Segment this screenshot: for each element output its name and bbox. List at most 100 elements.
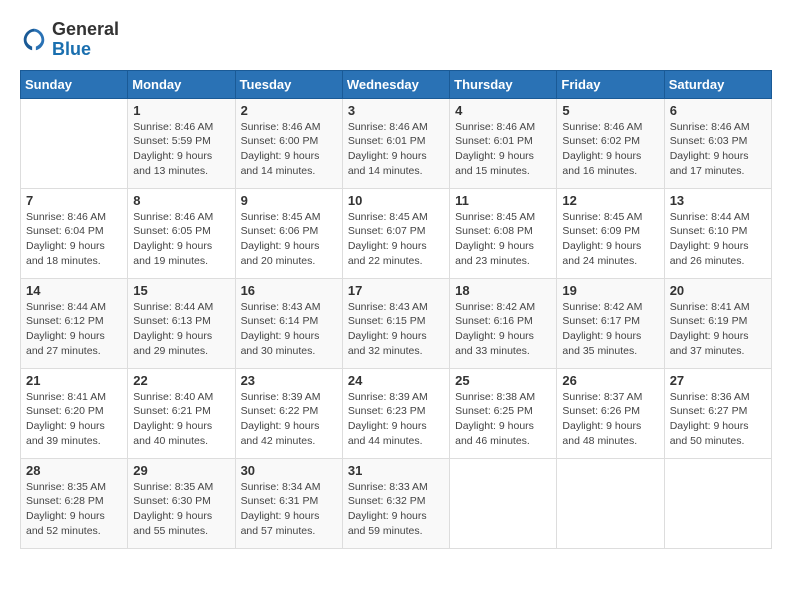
day-detail: Sunrise: 8:39 AMSunset: 6:22 PMDaylight:… [241, 390, 337, 449]
calendar-cell: 22 Sunrise: 8:40 AMSunset: 6:21 PMDayligh… [128, 368, 235, 458]
day-number: 21 [26, 373, 122, 388]
day-detail: Sunrise: 8:46 AMSunset: 6:01 PMDaylight:… [455, 120, 551, 179]
day-number: 16 [241, 283, 337, 298]
calendar-week-2: 7 Sunrise: 8:46 AMSunset: 6:04 PMDaylight… [21, 188, 772, 278]
day-number: 5 [562, 103, 658, 118]
day-number: 13 [670, 193, 766, 208]
day-number: 29 [133, 463, 229, 478]
day-number: 12 [562, 193, 658, 208]
calendar-cell: 27 Sunrise: 8:36 AMSunset: 6:27 PMDayligh… [664, 368, 771, 458]
day-detail: Sunrise: 8:40 AMSunset: 6:21 PMDaylight:… [133, 390, 229, 449]
day-number: 2 [241, 103, 337, 118]
day-detail: Sunrise: 8:43 AMSunset: 6:15 PMDaylight:… [348, 300, 444, 359]
day-number: 18 [455, 283, 551, 298]
calendar-cell: 6 Sunrise: 8:46 AMSunset: 6:03 PMDaylight… [664, 98, 771, 188]
day-detail: Sunrise: 8:45 AMSunset: 6:07 PMDaylight:… [348, 210, 444, 269]
calendar-week-4: 21 Sunrise: 8:41 AMSunset: 6:20 PMDayligh… [21, 368, 772, 458]
calendar-cell [557, 458, 664, 548]
day-detail: Sunrise: 8:41 AMSunset: 6:20 PMDaylight:… [26, 390, 122, 449]
day-number: 28 [26, 463, 122, 478]
calendar-body: 1 Sunrise: 8:46 AMSunset: 5:59 PMDaylight… [21, 98, 772, 548]
day-number: 3 [348, 103, 444, 118]
calendar-week-1: 1 Sunrise: 8:46 AMSunset: 5:59 PMDaylight… [21, 98, 772, 188]
day-number: 11 [455, 193, 551, 208]
calendar-cell: 25 Sunrise: 8:38 AMSunset: 6:25 PMDayligh… [450, 368, 557, 458]
calendar-cell: 23 Sunrise: 8:39 AMSunset: 6:22 PMDayligh… [235, 368, 342, 458]
day-number: 17 [348, 283, 444, 298]
day-detail: Sunrise: 8:46 AMSunset: 6:04 PMDaylight:… [26, 210, 122, 269]
day-number: 9 [241, 193, 337, 208]
day-number: 19 [562, 283, 658, 298]
weekday-row: SundayMondayTuesdayWednesdayThursdayFrid… [21, 70, 772, 98]
calendar-cell: 12 Sunrise: 8:45 AMSunset: 6:09 PMDayligh… [557, 188, 664, 278]
day-number: 23 [241, 373, 337, 388]
calendar-cell: 5Sunrise: 8:46 AMSunset: 6:02 PMDaylight… [557, 98, 664, 188]
day-detail: Sunrise: 8:44 AMSunset: 6:12 PMDaylight:… [26, 300, 122, 359]
day-number: 22 [133, 373, 229, 388]
day-detail: Sunrise: 8:46 AMSunset: 6:03 PMDaylight:… [670, 120, 766, 179]
calendar-cell: 24Sunrise: 8:39 AMSunset: 6:23 PMDayligh… [342, 368, 449, 458]
calendar-cell: 19 Sunrise: 8:42 AMSunset: 6:17 PMDayligh… [557, 278, 664, 368]
calendar-cell: 11Sunrise: 8:45 AMSunset: 6:08 PMDayligh… [450, 188, 557, 278]
day-number: 1 [133, 103, 229, 118]
day-number: 25 [455, 373, 551, 388]
calendar-week-3: 14 Sunrise: 8:44 AMSunset: 6:12 PMDayligh… [21, 278, 772, 368]
calendar-cell: 1 Sunrise: 8:46 AMSunset: 5:59 PMDaylight… [128, 98, 235, 188]
day-detail: Sunrise: 8:43 AMSunset: 6:14 PMDaylight:… [241, 300, 337, 359]
day-number: 6 [670, 103, 766, 118]
calendar-cell [21, 98, 128, 188]
logo: General Blue [20, 20, 119, 60]
weekday-header-saturday: Saturday [664, 70, 771, 98]
day-detail: Sunrise: 8:38 AMSunset: 6:25 PMDaylight:… [455, 390, 551, 449]
calendar-cell: 16 Sunrise: 8:43 AMSunset: 6:14 PMDayligh… [235, 278, 342, 368]
calendar-cell: 7 Sunrise: 8:46 AMSunset: 6:04 PMDaylight… [21, 188, 128, 278]
day-number: 31 [348, 463, 444, 478]
day-detail: Sunrise: 8:44 AMSunset: 6:13 PMDaylight:… [133, 300, 229, 359]
page-header: General Blue [20, 20, 772, 60]
day-number: 14 [26, 283, 122, 298]
logo-text: General Blue [52, 20, 119, 60]
day-detail: Sunrise: 8:45 AMSunset: 6:06 PMDaylight:… [241, 210, 337, 269]
weekday-header-thursday: Thursday [450, 70, 557, 98]
logo-icon [20, 26, 48, 54]
day-number: 8 [133, 193, 229, 208]
calendar-cell: 4Sunrise: 8:46 AMSunset: 6:01 PMDaylight… [450, 98, 557, 188]
day-number: 10 [348, 193, 444, 208]
weekday-header-sunday: Sunday [21, 70, 128, 98]
calendar-cell: 20Sunrise: 8:41 AMSunset: 6:19 PMDayligh… [664, 278, 771, 368]
day-detail: Sunrise: 8:46 AMSunset: 6:01 PMDaylight:… [348, 120, 444, 179]
day-number: 24 [348, 373, 444, 388]
calendar-cell: 2 Sunrise: 8:46 AMSunset: 6:00 PMDaylight… [235, 98, 342, 188]
calendar-cell: 10 Sunrise: 8:45 AMSunset: 6:07 PMDayligh… [342, 188, 449, 278]
day-detail: Sunrise: 8:46 AMSunset: 6:00 PMDaylight:… [241, 120, 337, 179]
calendar-week-5: 28Sunrise: 8:35 AMSunset: 6:28 PMDayligh… [21, 458, 772, 548]
calendar-cell: 18 Sunrise: 8:42 AMSunset: 6:16 PMDayligh… [450, 278, 557, 368]
calendar-cell: 30 Sunrise: 8:34 AMSunset: 6:31 PMDayligh… [235, 458, 342, 548]
calendar-cell: 28Sunrise: 8:35 AMSunset: 6:28 PMDayligh… [21, 458, 128, 548]
day-detail: Sunrise: 8:44 AMSunset: 6:10 PMDaylight:… [670, 210, 766, 269]
day-detail: Sunrise: 8:46 AMSunset: 5:59 PMDaylight:… [133, 120, 229, 179]
weekday-header-tuesday: Tuesday [235, 70, 342, 98]
calendar-cell: 31 Sunrise: 8:33 AMSunset: 6:32 PMDayligh… [342, 458, 449, 548]
calendar-cell: 17 Sunrise: 8:43 AMSunset: 6:15 PMDayligh… [342, 278, 449, 368]
calendar-cell: 26Sunrise: 8:37 AMSunset: 6:26 PMDayligh… [557, 368, 664, 458]
day-detail: Sunrise: 8:45 AMSunset: 6:09 PMDaylight:… [562, 210, 658, 269]
day-detail: Sunrise: 8:33 AMSunset: 6:32 PMDaylight:… [348, 480, 444, 539]
day-number: 27 [670, 373, 766, 388]
calendar-cell: 9 Sunrise: 8:45 AMSunset: 6:06 PMDaylight… [235, 188, 342, 278]
day-number: 20 [670, 283, 766, 298]
calendar-cell: 15 Sunrise: 8:44 AMSunset: 6:13 PMDayligh… [128, 278, 235, 368]
day-detail: Sunrise: 8:34 AMSunset: 6:31 PMDaylight:… [241, 480, 337, 539]
day-number: 30 [241, 463, 337, 478]
day-detail: Sunrise: 8:42 AMSunset: 6:16 PMDaylight:… [455, 300, 551, 359]
day-number: 7 [26, 193, 122, 208]
day-number: 15 [133, 283, 229, 298]
calendar-cell: 3 Sunrise: 8:46 AMSunset: 6:01 PMDaylight… [342, 98, 449, 188]
calendar-cell: 13 Sunrise: 8:44 AMSunset: 6:10 PMDayligh… [664, 188, 771, 278]
weekday-header-friday: Friday [557, 70, 664, 98]
day-detail: Sunrise: 8:46 AMSunset: 6:05 PMDaylight:… [133, 210, 229, 269]
calendar-cell [664, 458, 771, 548]
day-detail: Sunrise: 8:42 AMSunset: 6:17 PMDaylight:… [562, 300, 658, 359]
day-detail: Sunrise: 8:36 AMSunset: 6:27 PMDaylight:… [670, 390, 766, 449]
calendar-cell [450, 458, 557, 548]
